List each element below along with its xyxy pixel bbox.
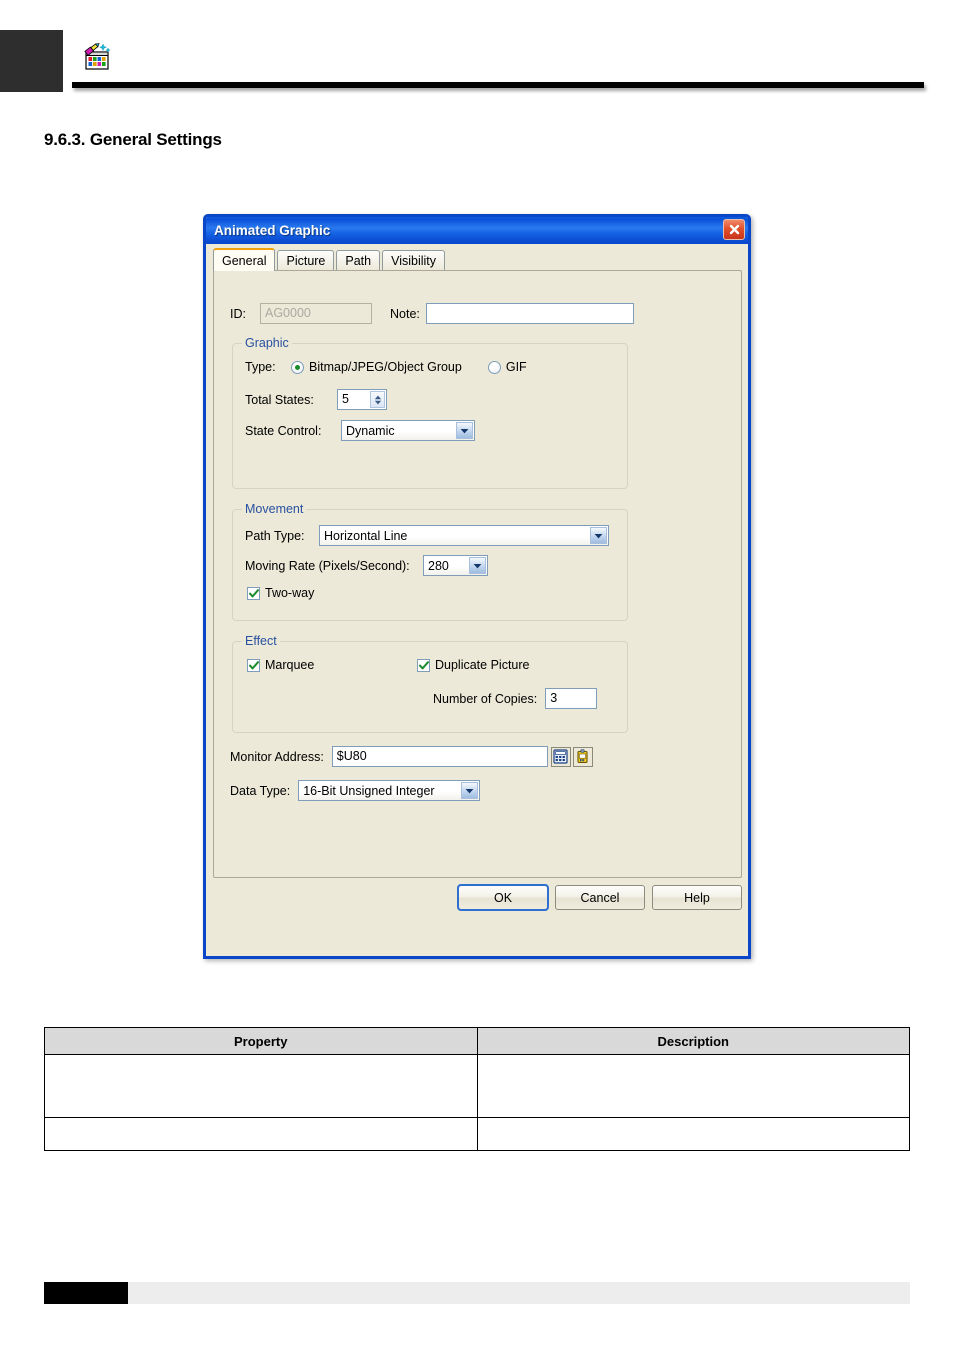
tab-visibility-label: Visibility: [391, 254, 437, 268]
id-label: ID:: [230, 306, 246, 321]
graphic-group: Graphic Type: Bitmap/JPEG/Object Group G…: [232, 336, 628, 489]
chevron-down-icon: [469, 557, 486, 574]
total-states-stepper[interactable]: [370, 391, 385, 408]
state-control-value: Dynamic: [346, 423, 395, 438]
monitor-address-label: Monitor Address:: [230, 749, 324, 764]
effect-group-label: Effect: [242, 634, 280, 648]
radio-bitmap-label: Bitmap/JPEG/Object Group: [309, 360, 462, 374]
tab-path-label: Path: [345, 254, 372, 268]
two-way-label: Two-way: [265, 586, 315, 600]
radio-gif[interactable]: [487, 360, 501, 374]
marquee-checkbox[interactable]: [247, 658, 260, 672]
path-type-value: Horizontal Line: [324, 528, 408, 543]
total-states-row: Total States: 5: [245, 389, 387, 410]
table-row: [44, 1054, 910, 1118]
total-states-value: 5: [342, 392, 349, 406]
dialog-button-bar: OK Cancel Help: [206, 884, 748, 925]
path-type-row: Path Type: Horizontal Line: [245, 525, 609, 546]
moving-rate-select[interactable]: 280: [423, 555, 488, 576]
number-of-copies-row: Number of Copies: 3: [433, 688, 598, 709]
state-control-select[interactable]: Dynamic: [341, 420, 475, 441]
tab-path[interactable]: Path: [336, 250, 381, 271]
graphic-group-label: Graphic: [242, 336, 292, 350]
data-type-value: 16-Bit Unsigned Integer: [303, 783, 435, 798]
table-header-property: Property: [44, 1027, 478, 1055]
ok-button[interactable]: OK: [457, 884, 549, 911]
property-description-table: Property Description: [44, 1027, 910, 1151]
id-row: ID: AG0000 Note:: [230, 303, 634, 324]
document-page: 9.6.3. General Settings Animated Graphic…: [0, 0, 954, 1350]
data-type-select[interactable]: 16-Bit Unsigned Integer: [298, 780, 481, 801]
marquee-row[interactable]: Marquee: [247, 658, 314, 672]
tag-icon[interactable]: [572, 746, 593, 767]
radio-gif-label: GIF: [505, 360, 527, 374]
help-button[interactable]: Help: [652, 885, 742, 910]
table-cell-property: [44, 1054, 478, 1118]
close-icon[interactable]: [723, 219, 745, 240]
graphic-type-row: Type: Bitmap/JPEG/Object Group GIF: [245, 360, 527, 374]
duplicate-picture-label: Duplicate Picture: [435, 658, 530, 672]
path-type-label: Path Type:: [245, 528, 305, 543]
animated-graphic-icon: [83, 42, 113, 72]
movement-group-label: Movement: [242, 502, 307, 516]
tab-picture[interactable]: Picture: [277, 250, 335, 271]
id-field: AG0000: [260, 303, 372, 324]
header-rule: [72, 82, 924, 88]
tab-general-label: General: [222, 253, 267, 268]
dialog-titlebar: Animated Graphic: [206, 217, 748, 244]
tab-picture-label: Picture: [286, 254, 326, 268]
monitor-address-field[interactable]: $U80: [331, 746, 548, 767]
data-type-label: Data Type:: [230, 783, 291, 798]
table-header-description: Description: [476, 1027, 910, 1055]
moving-rate-row: Moving Rate (Pixels/Second): 280: [245, 555, 488, 576]
footer-grey-bar: [128, 1282, 910, 1304]
footer-black-block: [44, 1282, 128, 1304]
table-header-row: Property Description: [44, 1027, 910, 1055]
monitor-address-row: Monitor Address: $U80: [230, 746, 593, 767]
chevron-down-icon: [461, 782, 479, 799]
dialog-title: Animated Graphic: [214, 223, 331, 238]
tab-general[interactable]: General: [213, 248, 276, 271]
page-title: 9.6.3. General Settings: [44, 130, 222, 149]
tab-page-general: ID: AG0000 Note: Graphic Type: Bitmap/JP…: [213, 270, 742, 878]
dialog-tabs: General Picture Path Visibility: [213, 248, 742, 271]
cancel-button[interactable]: Cancel: [555, 885, 645, 910]
two-way-checkbox[interactable]: [247, 586, 260, 600]
note-field[interactable]: [425, 303, 634, 324]
chevron-down-icon: [590, 527, 607, 544]
moving-rate-value: 280: [428, 558, 449, 573]
data-type-row: Data Type: 16-Bit Unsigned Integer: [230, 780, 481, 801]
number-of-copies-field[interactable]: 3: [545, 688, 598, 709]
duplicate-picture-row[interactable]: Duplicate Picture: [417, 658, 530, 672]
header-black-block: [0, 30, 63, 92]
animated-graphic-dialog: Animated Graphic General Picture Path Vi…: [203, 214, 751, 959]
note-label: Note:: [390, 306, 420, 321]
movement-group: Movement Path Type: Horizontal Line Movi…: [232, 502, 628, 621]
keypad-icon[interactable]: [550, 746, 571, 767]
state-control-row: State Control: Dynamic: [245, 420, 475, 441]
table-row: [44, 1117, 910, 1151]
duplicate-picture-checkbox[interactable]: [417, 658, 430, 672]
table-cell-description: [476, 1117, 910, 1151]
effect-group: Effect Marquee Duplicate Picture Number …: [232, 634, 628, 733]
state-control-label: State Control:: [245, 423, 322, 438]
table-cell-description: [476, 1054, 910, 1118]
total-states-field[interactable]: 5: [337, 389, 387, 410]
two-way-row[interactable]: Two-way: [247, 586, 314, 600]
table-cell-property: [44, 1117, 478, 1151]
marquee-label: Marquee: [265, 658, 315, 672]
chevron-down-icon: [456, 422, 473, 439]
radio-bitmap-jpeg-object-group[interactable]: [291, 360, 304, 374]
moving-rate-label: Moving Rate (Pixels/Second):: [245, 558, 410, 573]
tab-visibility[interactable]: Visibility: [382, 250, 446, 271]
type-label: Type:: [245, 360, 276, 374]
total-states-label: Total States:: [245, 392, 314, 407]
path-type-select[interactable]: Horizontal Line: [319, 525, 609, 546]
number-of-copies-label: Number of Copies:: [433, 691, 538, 706]
